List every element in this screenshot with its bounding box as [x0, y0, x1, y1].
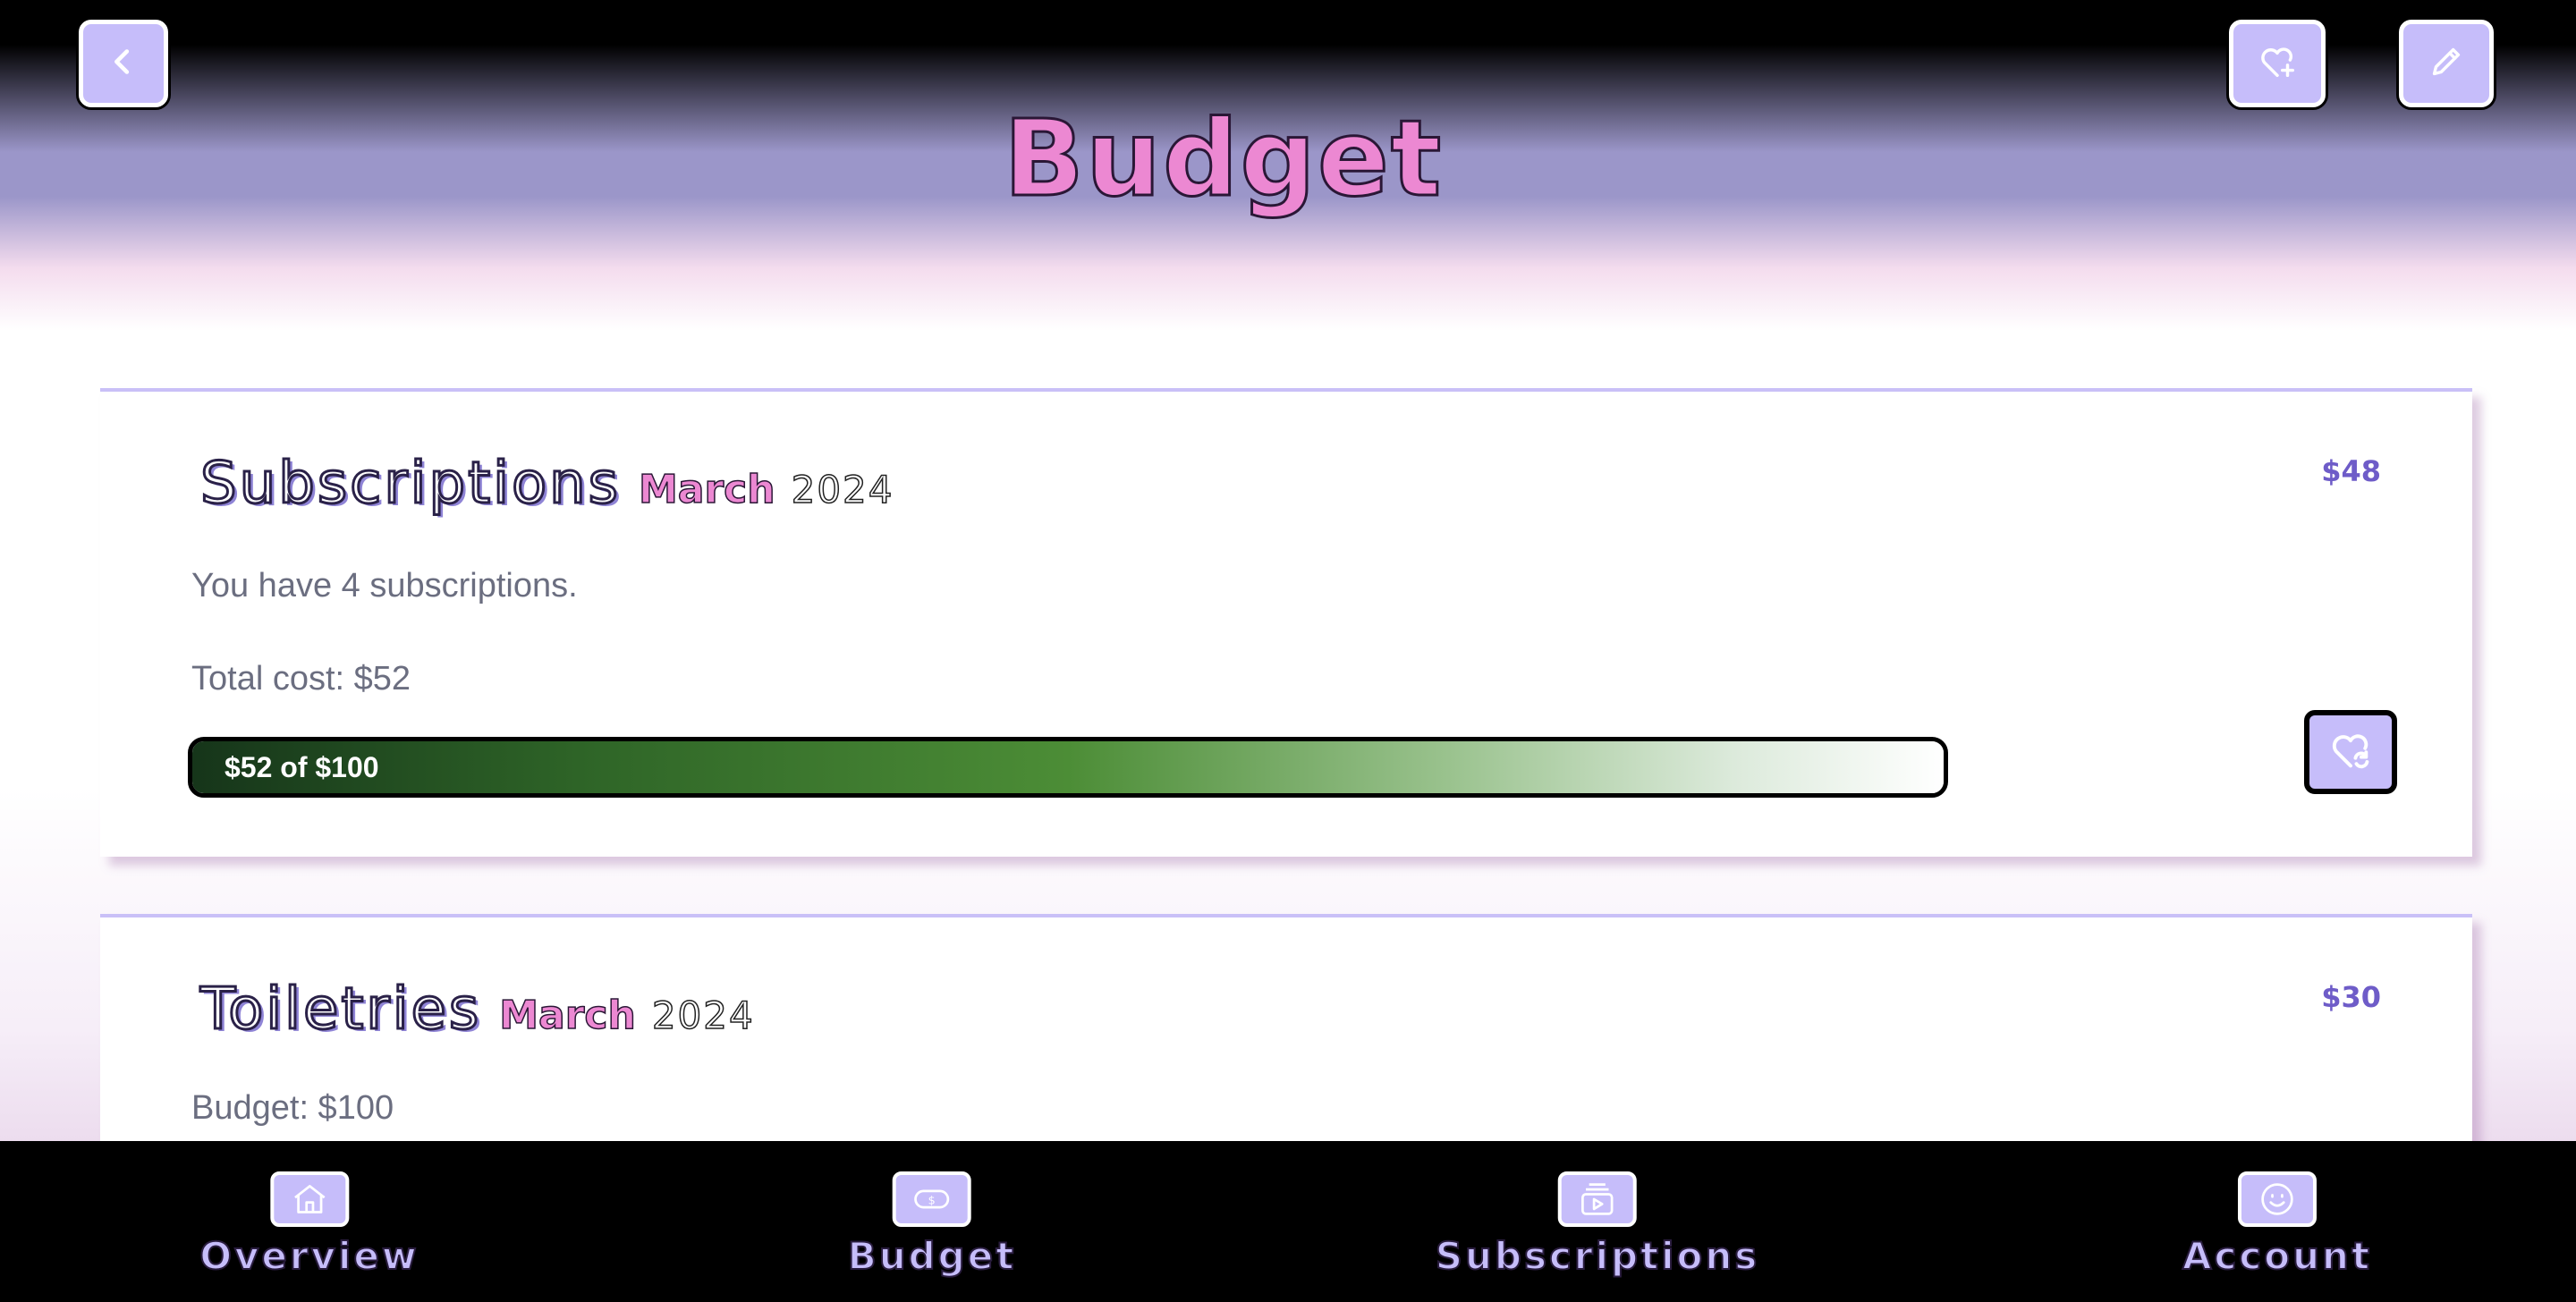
home-icon	[270, 1171, 349, 1227]
nav-item-account[interactable]: Account	[2182, 1171, 2373, 1279]
card-title: Subscriptions March 2024	[199, 450, 894, 519]
smiley-icon	[2238, 1171, 2317, 1227]
card-title: Toiletries March 2024	[199, 976, 755, 1044]
card-favorite-button[interactable]	[2304, 710, 2397, 794]
budget-amount-text: Budget: $100	[191, 1089, 394, 1127]
card-amount: $30	[2321, 980, 2381, 1014]
nav-label: Subscriptions	[1435, 1233, 1760, 1279]
card-year: 2024	[651, 993, 755, 1038]
back-button[interactable]	[79, 20, 168, 107]
card-month: March	[498, 992, 636, 1039]
budget-progress-bar: $52 of $100	[188, 737, 1948, 798]
card-amount: $48	[2321, 454, 2381, 488]
edit-button[interactable]	[2399, 20, 2494, 107]
subscription-count-text: You have 4 subscriptions.	[191, 567, 578, 604]
bottom-nav: Overview $ Budget Subscriptions Account	[0, 1141, 2576, 1302]
page-title: Budget	[1002, 97, 1444, 220]
budget-card-subscriptions: Subscriptions March 2024 $48 You have 4 …	[100, 388, 2472, 857]
card-category-name: Subscriptions	[199, 450, 621, 519]
progress-label: $52 of $100	[225, 750, 379, 783]
total-cost-text: Total cost: $52	[191, 660, 411, 698]
nav-label: Overview	[199, 1233, 419, 1279]
card-year: 2024	[791, 467, 894, 512]
progress-fill	[192, 741, 1944, 793]
nav-label: Account	[2182, 1233, 2373, 1279]
heart-refresh-icon	[2327, 727, 2374, 778]
play-stack-icon	[1557, 1171, 1637, 1227]
card-month: March	[638, 466, 775, 513]
card-category-name: Toiletries	[199, 976, 482, 1044]
add-favorite-button[interactable]	[2229, 20, 2326, 107]
nav-label: Budget	[847, 1233, 1017, 1279]
nav-item-subscriptions[interactable]: Subscriptions	[1435, 1171, 1760, 1279]
chevron-left-icon	[103, 41, 144, 87]
svg-text:$: $	[928, 1193, 936, 1206]
pencil-icon	[2426, 41, 2467, 87]
nav-item-overview[interactable]: Overview	[199, 1171, 419, 1279]
nav-item-budget[interactable]: $ Budget	[847, 1171, 1017, 1279]
money-icon: $	[892, 1171, 971, 1227]
heart-plus-icon	[2257, 41, 2298, 87]
